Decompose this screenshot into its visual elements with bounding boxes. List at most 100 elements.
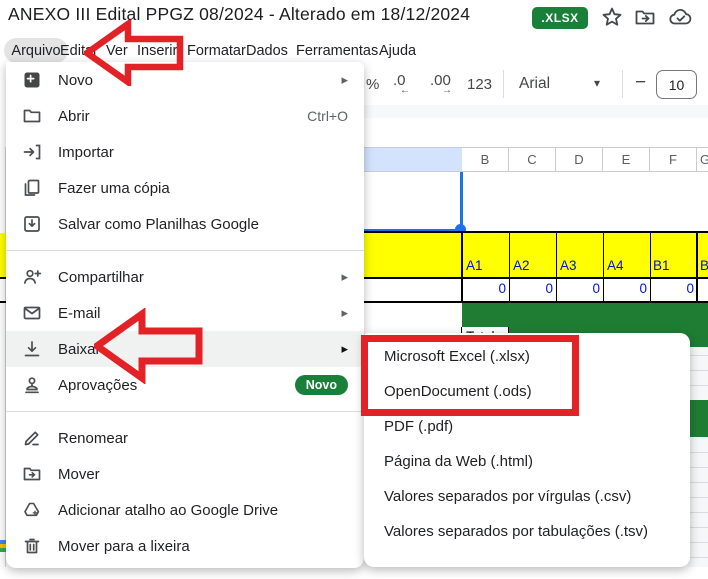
right-strip-green	[688, 327, 708, 347]
import-icon	[20, 142, 44, 162]
right-strip-bottom	[688, 567, 708, 579]
cell-label[interactable]: A3	[560, 258, 577, 273]
border-line	[355, 277, 708, 279]
menu-item-mover[interactable]: Mover	[6, 456, 364, 492]
gridline	[688, 370, 708, 371]
decrease-font-size-button[interactable]: −	[635, 72, 646, 94]
percent-format-button[interactable]: %	[366, 76, 379, 93]
selection-border-right	[460, 172, 463, 231]
download-icon	[20, 339, 44, 359]
gridline	[688, 355, 708, 356]
cell-value[interactable]: 0	[463, 281, 506, 296]
gridline	[688, 557, 708, 558]
approvals-stamp-icon	[20, 375, 44, 395]
cell-value[interactable]: 0	[510, 281, 553, 296]
menu-item-mover-para-lixeira[interactable]: Mover para a lixeira	[6, 528, 364, 564]
font-size-input[interactable]: 10	[656, 70, 697, 99]
share-person-icon	[20, 267, 44, 287]
selected-column-header[interactable]	[355, 147, 462, 172]
menu-item-label: Abrir	[58, 108, 307, 125]
gridline	[688, 497, 708, 498]
save-as-sheets-icon	[20, 214, 44, 234]
cell-label[interactable]: A4	[607, 258, 624, 273]
menu-item-compartilhar[interactable]: Compartilhar ▸	[6, 259, 364, 295]
menu-item-label: Salvar como Planilhas Google	[58, 216, 348, 233]
menubar-item-formatar[interactable]: Formatar	[187, 40, 246, 62]
menubar-item-ferramentas[interactable]: Ferramentas	[296, 40, 378, 62]
menu-separator	[6, 411, 364, 412]
cell-label[interactable]: A1	[466, 258, 483, 273]
menu-item-label: Renomear	[58, 430, 348, 447]
menu-separator	[6, 250, 364, 251]
column-header-g[interactable]: G	[697, 147, 708, 172]
gridline	[688, 467, 708, 468]
add-drive-shortcut-icon	[20, 500, 44, 520]
toolbar-divider	[622, 70, 623, 98]
star-icon[interactable]	[600, 5, 624, 29]
submenu-item-csv[interactable]: Valores separados por vírgulas (.csv)	[364, 479, 690, 514]
menu-item-abrir[interactable]: Abrir Ctrl+O	[6, 98, 364, 134]
submenu-arrow-icon: ▸	[341, 269, 348, 285]
gridline	[688, 542, 708, 543]
copy-icon	[20, 178, 44, 198]
submenu-arrow-icon: ▸	[341, 341, 348, 357]
trash-icon	[20, 536, 44, 556]
cell-label[interactable]: A2	[513, 258, 530, 273]
submenu-item-tsv[interactable]: Valores separados por tabulações (.tsv)	[364, 514, 690, 549]
gridline	[688, 512, 708, 513]
cloud-check-icon[interactable]	[668, 5, 692, 29]
menu-item-fazer-uma-copia[interactable]: Fazer uma cópia	[6, 170, 364, 206]
font-family-select[interactable]: Arial	[519, 75, 550, 93]
annotation-rectangle	[361, 335, 579, 416]
new-feature-badge: Novo	[295, 375, 348, 395]
menubar-item-arquivo[interactable]: Arquivo	[4, 38, 68, 63]
move-folder-icon[interactable]	[633, 5, 657, 29]
toolbar-divider	[503, 70, 504, 98]
file-format-badge: .XLSX	[532, 7, 588, 29]
font-dropdown-caret-icon[interactable]: ▾	[594, 76, 600, 90]
column-header-b[interactable]: B	[462, 147, 509, 172]
submenu-item-html[interactable]: Página da Web (.html)	[364, 444, 690, 479]
cell-value[interactable]: 0	[604, 281, 647, 296]
decrease-decimal-arrow: ←	[400, 85, 410, 96]
right-strip-rows	[688, 347, 708, 567]
menu-item-importar[interactable]: Importar	[6, 134, 364, 170]
menu-item-renomear[interactable]: Renomear	[6, 420, 364, 456]
cell-label[interactable]: B2	[700, 258, 708, 273]
menu-item-salvar-como-planilhas[interactable]: Salvar como Planilhas Google	[6, 206, 364, 242]
increase-decimal-button[interactable]: .00 →	[430, 72, 451, 89]
decrease-decimal-button[interactable]: .0 ←	[393, 72, 406, 89]
email-icon	[20, 303, 44, 323]
menu-item-novo[interactable]: Novo ▸	[6, 62, 364, 98]
rename-pencil-icon	[20, 428, 44, 448]
column-header-d[interactable]: D	[556, 147, 603, 172]
gridline	[688, 452, 708, 453]
cell-value[interactable]: 0	[557, 281, 600, 296]
cell-label[interactable]: B1	[653, 258, 670, 273]
annotation-arrow-arquivo	[84, 20, 184, 86]
move-folder-icon	[20, 464, 44, 484]
column-header-f[interactable]: F	[650, 147, 697, 172]
menu-item-shortcut: Ctrl+O	[307, 108, 348, 124]
green-band	[462, 303, 708, 327]
menu-item-label: Mover para a lixeira	[58, 538, 348, 555]
right-strip-green2	[688, 400, 708, 437]
column-header-e[interactable]: E	[603, 147, 650, 172]
folder-open-icon	[20, 106, 44, 126]
annotation-arrow-baixar	[94, 308, 204, 384]
menu-item-adicionar-atalho-drive[interactable]: Adicionar atalho ao Google Drive	[6, 492, 364, 528]
column-header-c[interactable]: C	[509, 147, 556, 172]
menu-item-label: Fazer uma cópia	[58, 180, 348, 197]
gridline	[688, 527, 708, 528]
new-document-icon	[20, 70, 44, 90]
document-title[interactable]: ANEXO III Edital PPGZ 08/2024 - Alterado…	[8, 4, 470, 25]
menubar-item-ajuda[interactable]: Ajuda	[379, 40, 416, 62]
menubar-item-dados[interactable]: Dados	[246, 40, 288, 62]
increase-decimal-arrow: →	[442, 85, 452, 96]
gridline	[688, 482, 708, 483]
gridline	[688, 385, 708, 386]
menu-item-label: Importar	[58, 144, 348, 161]
menu-item-label: Adicionar atalho ao Google Drive	[58, 502, 348, 519]
more-formats-button[interactable]: 123	[467, 76, 492, 93]
cell-value[interactable]: 0	[651, 281, 694, 296]
